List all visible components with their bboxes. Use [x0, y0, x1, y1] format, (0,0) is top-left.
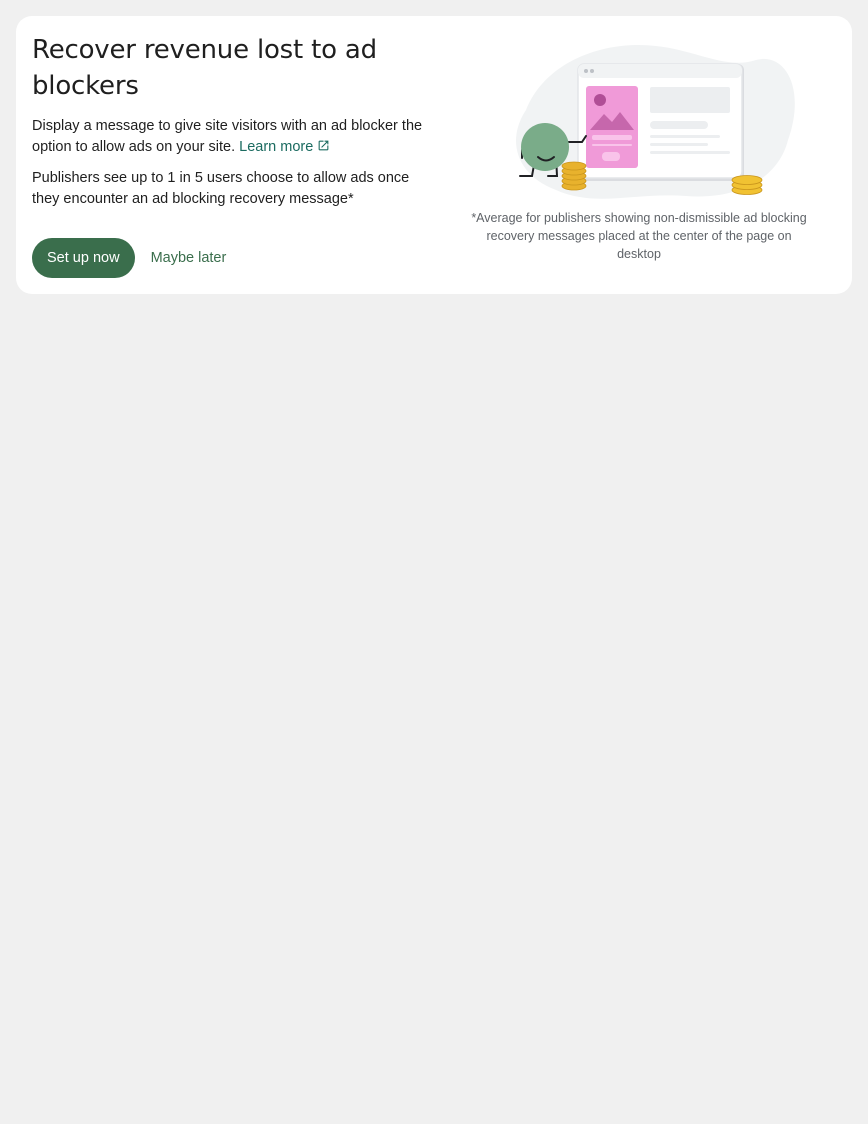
stat-text: Publishers see up to 1 in 5 users choose…: [32, 170, 410, 207]
card-title: Recover revenue lost to ad blockers: [32, 35, 377, 101]
maybe-later-button[interactable]: Maybe later: [143, 238, 235, 278]
external-link-icon: [318, 140, 329, 151]
footnote: *Average for publishers showing non-dism…: [471, 211, 807, 261]
ad-recovery-card: Recover revenue lost to ad blockers Disp…: [16, 16, 852, 294]
ad-recovery-illustration: [516, 44, 795, 199]
set-up-now-button[interactable]: Set up now: [32, 238, 135, 278]
card-description: Display a message to give site visitors …: [32, 116, 432, 158]
learn-more-label: Learn more: [239, 139, 314, 155]
card-actions: Set up now Maybe later: [32, 238, 234, 278]
description-text: Display a message to give site visitors …: [32, 118, 423, 155]
card-content: Recover revenue lost to ad blockers Disp…: [32, 32, 432, 210]
learn-more-link[interactable]: Learn more: [239, 139, 330, 155]
